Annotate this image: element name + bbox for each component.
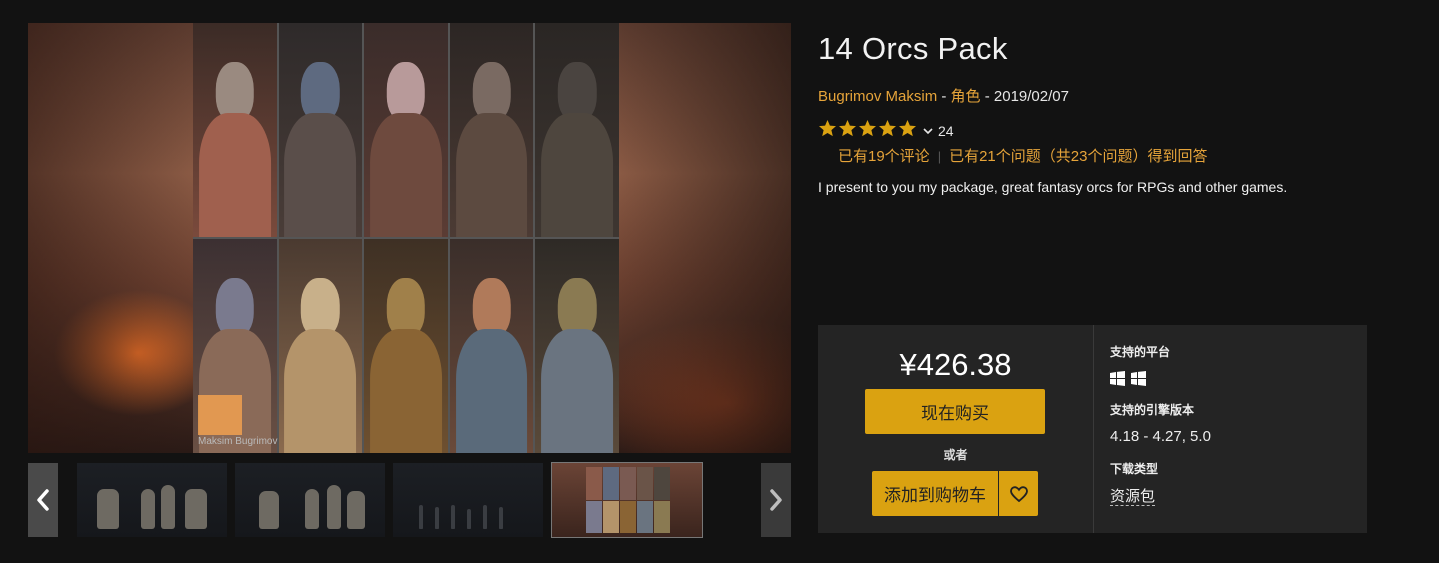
thumbnail-4[interactable] (551, 462, 703, 538)
platforms-label: 支持的平台 (1110, 345, 1171, 359)
category-link[interactable]: 角色 (951, 88, 981, 105)
panel-divider (1093, 325, 1094, 533)
questions-link[interactable]: 已有21个问题（共23个问题）得到回答 (949, 148, 1207, 165)
star-icon (899, 120, 916, 137)
orc-portrait (278, 239, 363, 453)
engine-versions: 4.18 - 4.27, 5.0 (1110, 428, 1211, 445)
release-date: 2019/02/07 (993, 88, 1069, 105)
reviews-link[interactable]: 已有19个评论 (838, 148, 930, 165)
orc-portrait (535, 239, 619, 453)
image-background-right (619, 23, 791, 453)
gallery-next-button[interactable] (761, 463, 791, 537)
or-label: 或者 (943, 448, 968, 462)
star-icon (859, 120, 876, 137)
buy-now-button[interactable]: 现在购买 (865, 389, 1045, 434)
rating[interactable]: 24 (818, 119, 954, 143)
thumbnail-3[interactable] (393, 463, 543, 537)
chevron-left-icon (37, 489, 49, 511)
thumbnail-strip (28, 462, 791, 538)
orc-portrait (278, 23, 363, 237)
author-watermark: Maksim Bugrimov (198, 436, 278, 447)
star-icon (839, 120, 856, 137)
add-to-cart-button[interactable]: 添加到购物车 (872, 471, 998, 516)
chevron-down-icon (923, 128, 933, 135)
platform-list (1110, 371, 1146, 386)
product-meta: Bugrimov Maksim - 角色 - 2019/02/07 (818, 85, 1069, 106)
windows-icon (1110, 371, 1125, 386)
product-description: I present to you my package, great fanta… (818, 179, 1288, 195)
orc-portrait (193, 23, 277, 237)
meta-separator: - (937, 88, 951, 105)
purchase-panel: ¥426.38 现在购买 或者 添加到购物车 支持的平台 支持的引擎版本 4.1… (818, 325, 1367, 533)
author-link[interactable]: Bugrimov Maksim (818, 88, 937, 105)
divider: | (937, 149, 942, 164)
thumbnail-2[interactable] (235, 463, 385, 537)
star-icon (819, 120, 836, 137)
orc-portrait (535, 23, 619, 237)
orc-portrait (449, 23, 534, 237)
download-type-link[interactable]: 资源包 (1110, 488, 1156, 506)
orc-portrait (364, 239, 448, 453)
wishlist-button[interactable] (999, 471, 1038, 516)
gallery-prev-button[interactable] (28, 463, 58, 537)
star-rating (818, 119, 918, 143)
review-links: 已有19个评论 | 已有21个问题（共23个问题）得到回答 (838, 145, 1207, 166)
orc-character-grid (193, 23, 619, 453)
download-type-label: 下载类型 (1110, 462, 1159, 476)
image-background-left (28, 23, 193, 453)
price: ¥426.38 (899, 347, 1012, 382)
orc-portrait (364, 23, 448, 237)
star-icon (879, 120, 896, 137)
thumbnail-1[interactable] (77, 463, 227, 537)
meta-separator: - (980, 88, 994, 105)
rating-count: 24 (938, 123, 954, 139)
chevron-right-icon (770, 489, 782, 511)
main-product-image[interactable]: Maksim Bugrimov (28, 23, 791, 453)
download-type-value[interactable]: 资源包 (1110, 485, 1156, 506)
product-title: 14 Orcs Pack (818, 31, 1008, 66)
windows-icon (1131, 371, 1146, 386)
author-logo (198, 395, 242, 435)
heart-icon (1009, 485, 1028, 502)
orc-portrait (449, 239, 534, 453)
engine-label: 支持的引擎版本 (1110, 403, 1195, 417)
